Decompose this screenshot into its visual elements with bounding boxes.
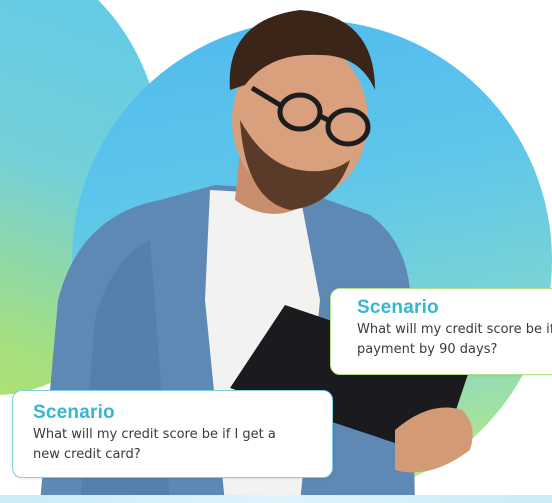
scenario-question-line-1: What will my credit score be if I miss a — [357, 322, 552, 337]
scenario-title: Scenario — [33, 402, 115, 423]
scenario-card-right: Scenario What will my credit score be if… — [330, 288, 552, 375]
bottom-strip — [0, 495, 552, 503]
scenario-question-line-2: new credit card? — [33, 447, 141, 462]
scenario-card-left: Scenario What will my credit score be if… — [12, 390, 333, 478]
hero-illustration: Scenario What will my credit score be if… — [0, 0, 552, 503]
scenario-title: Scenario — [357, 297, 439, 318]
scenario-question-line-1: What will my credit score be if I get a — [33, 427, 276, 442]
scenario-question-line-2: payment by 90 days? — [357, 342, 498, 357]
